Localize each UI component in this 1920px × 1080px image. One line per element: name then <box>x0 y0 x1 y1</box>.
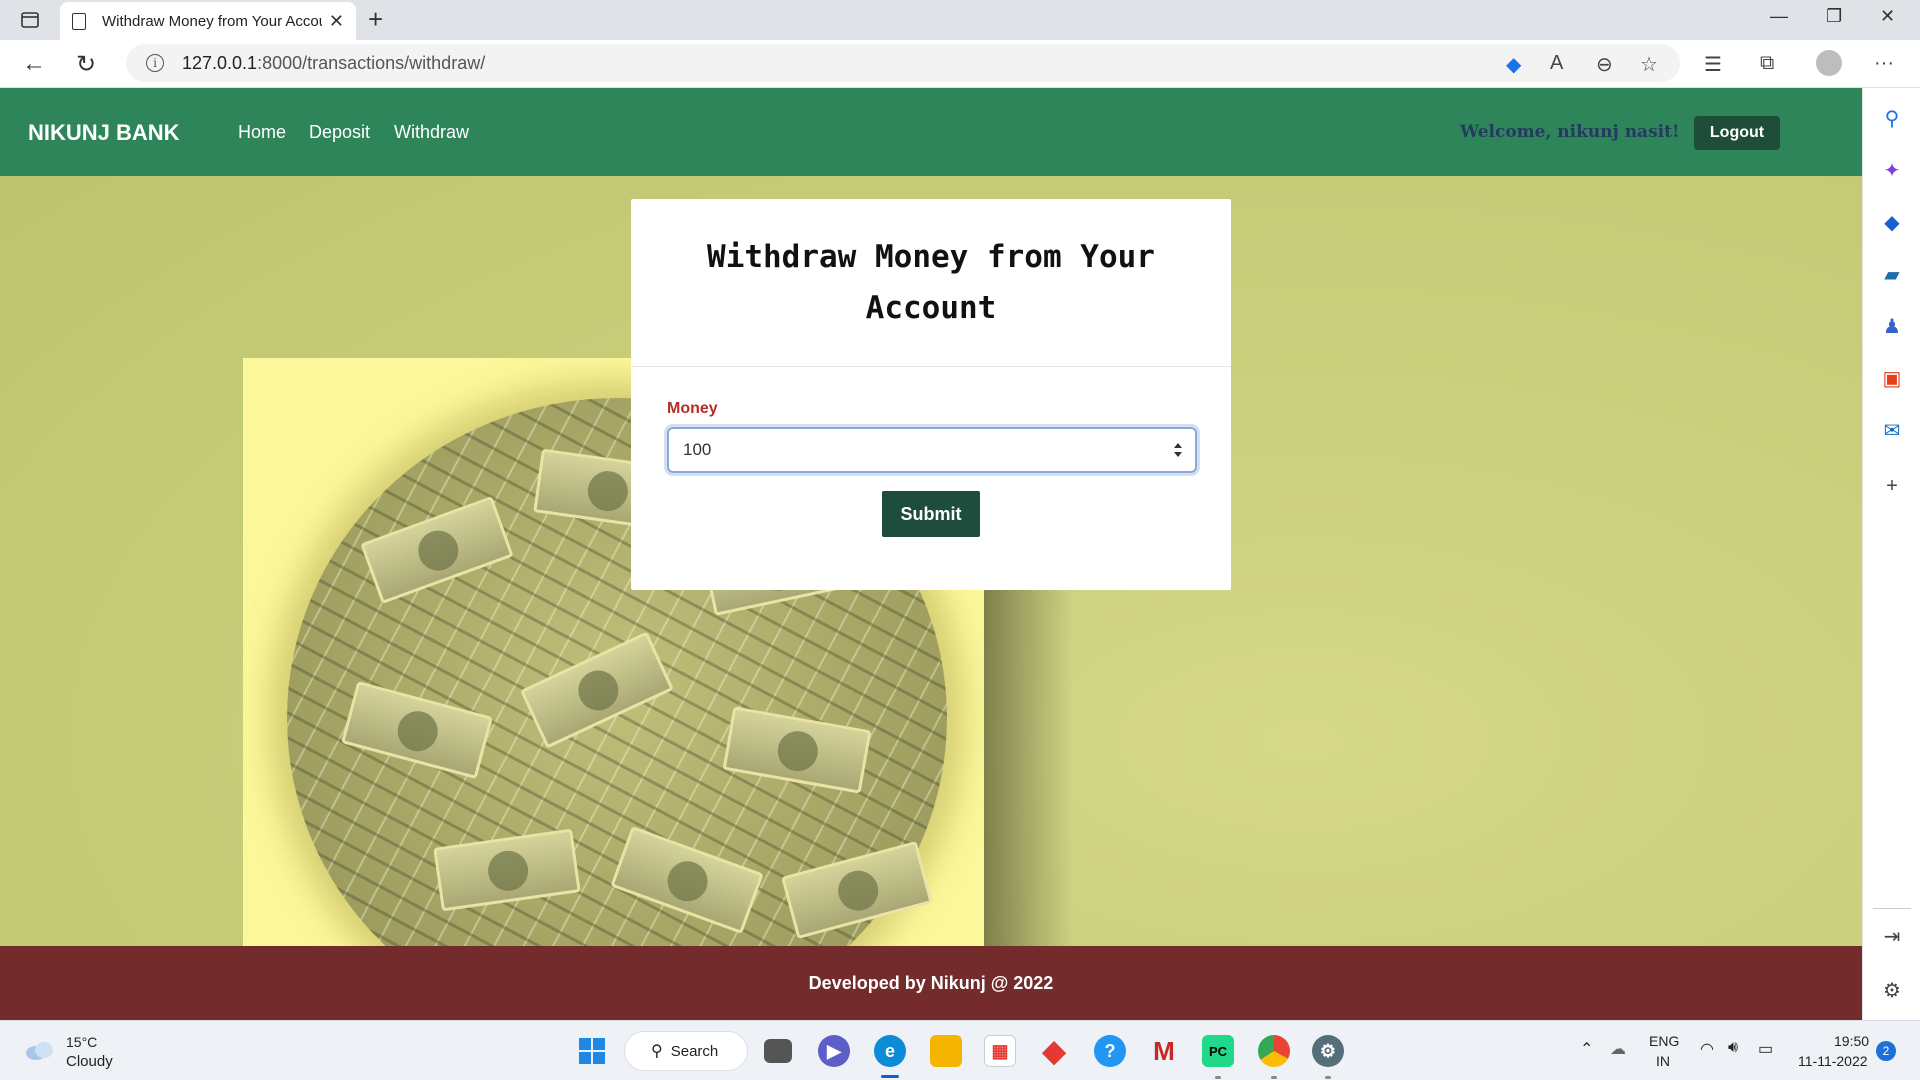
mcafee-icon[interactable]: M <box>1148 1035 1180 1067</box>
taskbar-search[interactable]: ⚲ Search <box>624 1031 748 1071</box>
copilot-icon[interactable]: ✦ <box>1880 158 1904 182</box>
volume-icon[interactable]: 🔊︎ <box>1728 1039 1738 1057</box>
refresh-icon[interactable]: ↻ <box>76 50 96 79</box>
file-explorer-icon[interactable] <box>930 1035 962 1067</box>
lang-region[interactable]: IN <box>1656 1053 1670 1069</box>
settings-app-icon[interactable]: ⚙ <box>1312 1035 1344 1067</box>
page-title: Withdraw Money from Your Account <box>707 238 1155 326</box>
money-label: Money <box>667 400 718 417</box>
clock-time[interactable]: 19:50 <box>1834 1033 1869 1049</box>
office-icon[interactable]: ▣ <box>1880 366 1904 390</box>
nav-home[interactable]: Home <box>238 122 286 143</box>
weather-temp[interactable]: 15°C <box>66 1034 97 1050</box>
close-window-icon[interactable]: ✕ <box>1880 6 1895 27</box>
favorites-icon[interactable]: ☰ <box>1704 52 1722 77</box>
address-bar[interactable]: i 127.0.0.1:8000/transactions/withdraw/ <box>126 44 1680 82</box>
settings-gear-icon[interactable]: ⚙ <box>1880 978 1904 1002</box>
restore-icon[interactable]: ❐ <box>1826 6 1842 27</box>
card-header: Withdraw Money from Your Account <box>631 199 1231 367</box>
wifi-icon[interactable]: ◠ <box>1700 1039 1714 1059</box>
cloud-icon[interactable] <box>24 1039 56 1061</box>
pycharm-running-indicator <box>1215 1076 1221 1079</box>
edge-icon[interactable]: e <box>874 1035 906 1067</box>
browser-tab[interactable]: Withdraw Money from Your Account ✕ <box>60 2 356 40</box>
pycharm-icon[interactable]: PC <box>1202 1035 1234 1067</box>
page-icon <box>72 12 86 30</box>
settings-running-indicator <box>1325 1076 1331 1079</box>
outlook-icon[interactable]: ✉ <box>1880 418 1904 442</box>
edge-sidebar: ⚲ ✦ ◆ ▰ ♟ ▣ ✉ + ⇥ ⚙ <box>1862 88 1920 1020</box>
tray-chevron-icon[interactable]: ⌃ <box>1580 1039 1593 1059</box>
money-value: 100 <box>683 440 712 459</box>
windows-taskbar: 15°C Cloudy ⚲ Search ▶ e ▦ ◆ ? M PC ⚙ ⌃ … <box>0 1020 1920 1080</box>
url-text: 127.0.0.1:8000/transactions/withdraw/ <box>182 52 486 73</box>
task-view-icon[interactable] <box>764 1039 792 1063</box>
favorite-star-icon[interactable]: ☆ <box>1640 52 1658 77</box>
search-icon[interactable]: ⚲ <box>1880 106 1904 130</box>
games-icon[interactable]: ♟ <box>1880 314 1904 338</box>
collections-icon[interactable]: ⧉ <box>1760 52 1774 75</box>
chrome-running-indicator <box>1271 1076 1277 1079</box>
notification-badge[interactable]: 2 <box>1876 1041 1896 1061</box>
app-diamond-icon[interactable]: ◆ <box>1038 1035 1070 1068</box>
start-icon[interactable] <box>576 1035 608 1067</box>
site-navbar: NIKUNJ BANK Home Deposit Withdraw Welcom… <box>0 88 1862 176</box>
read-aloud-icon[interactable]: A <box>1550 52 1563 75</box>
web-page: NIKUNJ BANK Home Deposit Withdraw Welcom… <box>0 88 1862 1020</box>
minimize-icon[interactable]: — <box>1770 6 1788 27</box>
teams-chat-icon[interactable]: ▶ <box>818 1035 850 1067</box>
hide-sidebar-icon[interactable]: ⇥ <box>1880 924 1904 948</box>
nav-withdraw[interactable]: Withdraw <box>394 122 469 143</box>
money-input[interactable]: 100 <box>667 427 1197 473</box>
chrome-icon[interactable] <box>1258 1035 1290 1067</box>
address-bar-row: ← ↻ i 127.0.0.1:8000/transactions/withdr… <box>0 40 1920 88</box>
tab-title: Withdraw Money from Your Account <box>102 12 322 30</box>
brand-logo[interactable]: NIKUNJ BANK <box>28 120 180 146</box>
weather-condition[interactable]: Cloudy <box>66 1053 113 1070</box>
site-footer: Developed by Nikunj @ 2022 <box>0 946 1862 1020</box>
close-tab-icon[interactable]: ✕ <box>329 11 344 32</box>
shopping-icon[interactable]: ◆ <box>1880 210 1904 234</box>
withdraw-card: Withdraw Money from Your Account Money 1… <box>631 199 1231 590</box>
edge-active-indicator <box>881 1075 899 1078</box>
help-icon[interactable]: ? <box>1094 1035 1126 1067</box>
taskbar-search-label: Search <box>670 1042 719 1060</box>
shopping-tag-icon[interactable]: ◆ <box>1506 52 1521 77</box>
sidebar-divider <box>1873 908 1911 909</box>
profile-avatar[interactable] <box>1816 50 1842 76</box>
footer-text: Developed by Nikunj @ 2022 <box>808 972 1054 993</box>
new-tab-icon[interactable]: + <box>368 4 383 35</box>
add-icon[interactable]: + <box>1880 474 1904 498</box>
submit-button[interactable]: Submit <box>882 491 980 537</box>
battery-icon[interactable]: ▭ <box>1758 1039 1773 1059</box>
back-icon[interactable]: ← <box>22 50 46 78</box>
nav-deposit[interactable]: Deposit <box>309 122 370 143</box>
clock-date[interactable]: 11-11-2022 <box>1798 1053 1868 1069</box>
search-icon: ⚲ <box>651 1043 663 1060</box>
onedrive-icon[interactable]: ☁ <box>1610 1039 1626 1059</box>
welcome-message: Welcome, nikunj nasit! <box>1460 122 1680 142</box>
store-icon[interactable]: ▦ <box>984 1035 1016 1067</box>
tools-icon[interactable]: ▰ <box>1880 262 1904 286</box>
site-info-icon[interactable]: i <box>146 54 164 72</box>
tab-actions-icon[interactable] <box>16 8 44 32</box>
lang-code[interactable]: ENG <box>1649 1033 1679 1049</box>
zoom-icon[interactable]: ⊖ <box>1596 52 1613 77</box>
tab-bar: Withdraw Money from Your Account ✕ + — ❐… <box>0 0 1920 40</box>
more-icon[interactable]: ··· <box>1874 52 1894 75</box>
logout-button[interactable]: Logout <box>1694 116 1780 150</box>
number-spinner-icon[interactable] <box>1173 441 1183 459</box>
